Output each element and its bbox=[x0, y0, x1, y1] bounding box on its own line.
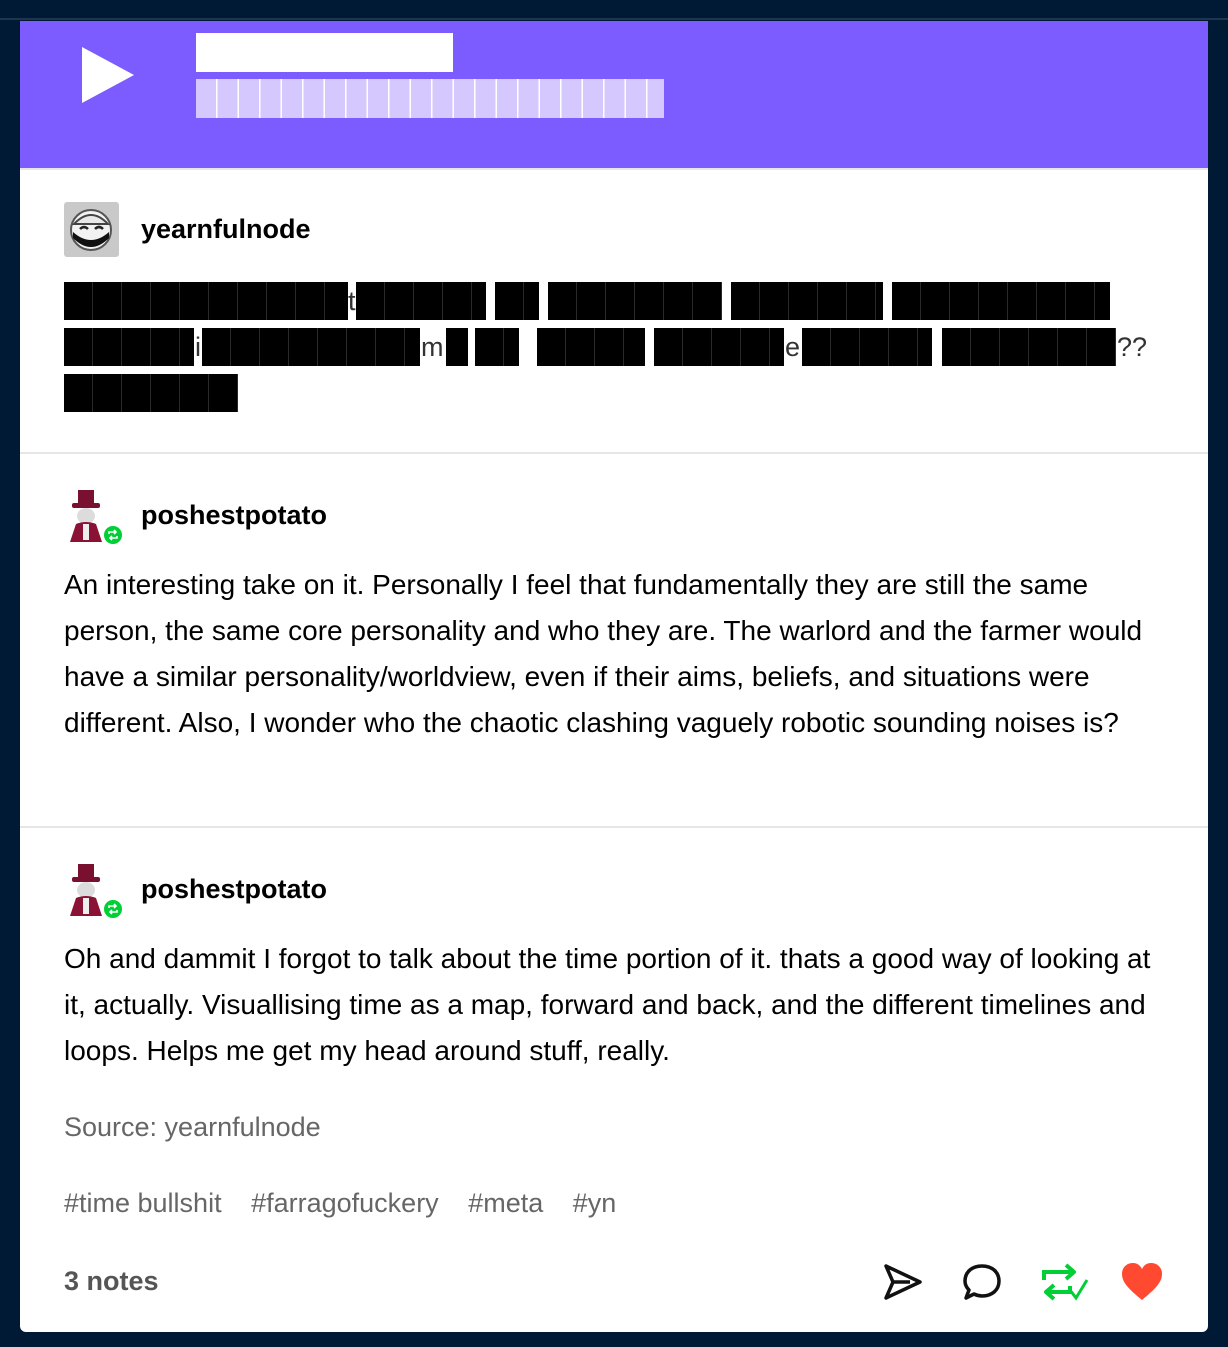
share-button[interactable] bbox=[880, 1260, 924, 1304]
post-header: yearnfulnode bbox=[64, 202, 311, 257]
reblog-button[interactable] bbox=[1040, 1260, 1089, 1304]
post-body: Oh and dammit I forgot to talk about the… bbox=[64, 943, 1151, 1066]
tag[interactable]: #meta bbox=[468, 1188, 543, 1218]
redacted-line: i m e ?? bbox=[64, 328, 1164, 366]
heart-icon bbox=[1122, 1263, 1162, 1300]
redaction-bar bbox=[475, 328, 519, 366]
redaction-bar bbox=[892, 282, 1110, 320]
post-poshestpotato-2: poshestpotato Oh and dammit I forgot to … bbox=[20, 826, 1208, 1332]
audio-player bbox=[20, 21, 1208, 168]
comment-icon bbox=[963, 1264, 1001, 1300]
play-icon bbox=[82, 47, 134, 103]
post-body: An interesting take on it. Personally I … bbox=[64, 569, 1143, 738]
redaction-bar bbox=[64, 328, 194, 366]
username[interactable]: poshestpotato bbox=[141, 500, 327, 531]
reblog-check-icon bbox=[1042, 1263, 1089, 1301]
post-poshestpotato-1: poshestpotato An interesting take on it.… bbox=[20, 452, 1208, 826]
redacted-line bbox=[64, 374, 1164, 412]
page: yearnfulnode t i m e ?? poshestpotato An… bbox=[0, 0, 1228, 1347]
tag[interactable]: #farragofuckery bbox=[251, 1188, 439, 1218]
redacted-line: t bbox=[64, 282, 1164, 320]
redaction-bar bbox=[802, 328, 932, 366]
redaction-bar bbox=[548, 282, 722, 320]
avatar[interactable] bbox=[64, 488, 125, 547]
redaction-bar bbox=[202, 328, 420, 366]
redaction-bar bbox=[731, 282, 883, 320]
tag[interactable]: #yn bbox=[573, 1188, 617, 1218]
redaction-bar bbox=[64, 282, 348, 320]
redaction-bar bbox=[942, 328, 1116, 366]
visible-character: ?? bbox=[1117, 332, 1148, 362]
top-border bbox=[0, 18, 1228, 20]
redacted-text: t i m e ?? bbox=[64, 282, 1164, 420]
post-footer: 3 notes bbox=[64, 1260, 1164, 1310]
reply-button[interactable] bbox=[960, 1260, 1004, 1304]
visible-character: t bbox=[348, 286, 356, 316]
avatar[interactable] bbox=[64, 862, 125, 921]
username[interactable]: poshestpotato bbox=[141, 874, 327, 905]
redaction-bar bbox=[64, 374, 238, 412]
visible-character: m bbox=[421, 332, 444, 362]
post-header: poshestpotato bbox=[64, 488, 327, 547]
track-title-redacted bbox=[196, 33, 453, 72]
source-link[interactable]: Source: yearnfulnode bbox=[64, 1112, 321, 1143]
visible-character: i bbox=[195, 332, 201, 362]
reblog-badge bbox=[101, 897, 125, 921]
username[interactable]: yearnfulnode bbox=[141, 214, 311, 245]
redaction-bar bbox=[537, 328, 645, 366]
play-button[interactable] bbox=[78, 45, 138, 105]
send-icon bbox=[884, 1264, 922, 1300]
tag[interactable]: #time bullshit bbox=[64, 1188, 222, 1218]
redaction-bar bbox=[446, 328, 468, 366]
redaction-bar bbox=[495, 282, 539, 320]
reblog-badge bbox=[101, 523, 125, 547]
track-artist-redacted bbox=[196, 79, 664, 118]
notes-count[interactable]: 3 notes bbox=[64, 1266, 159, 1297]
post-card: yearnfulnode t i m e ?? poshestpotato An… bbox=[20, 21, 1208, 1332]
redaction-bar bbox=[356, 282, 486, 320]
post-yearnfulnode: yearnfulnode t i m e ?? bbox=[20, 168, 1208, 452]
avatar[interactable] bbox=[64, 202, 119, 257]
tag-list: #time bullshit #farragofuckery #meta #yn bbox=[64, 1188, 638, 1219]
redaction-bar bbox=[654, 328, 784, 366]
post-header: poshestpotato bbox=[64, 862, 327, 921]
post-actions bbox=[880, 1260, 1164, 1304]
visible-character: e bbox=[785, 332, 801, 362]
reblog-icon bbox=[108, 529, 118, 541]
avatar-masked-face-icon bbox=[64, 202, 119, 257]
like-button[interactable] bbox=[1120, 1260, 1164, 1304]
reblog-icon bbox=[108, 903, 118, 915]
